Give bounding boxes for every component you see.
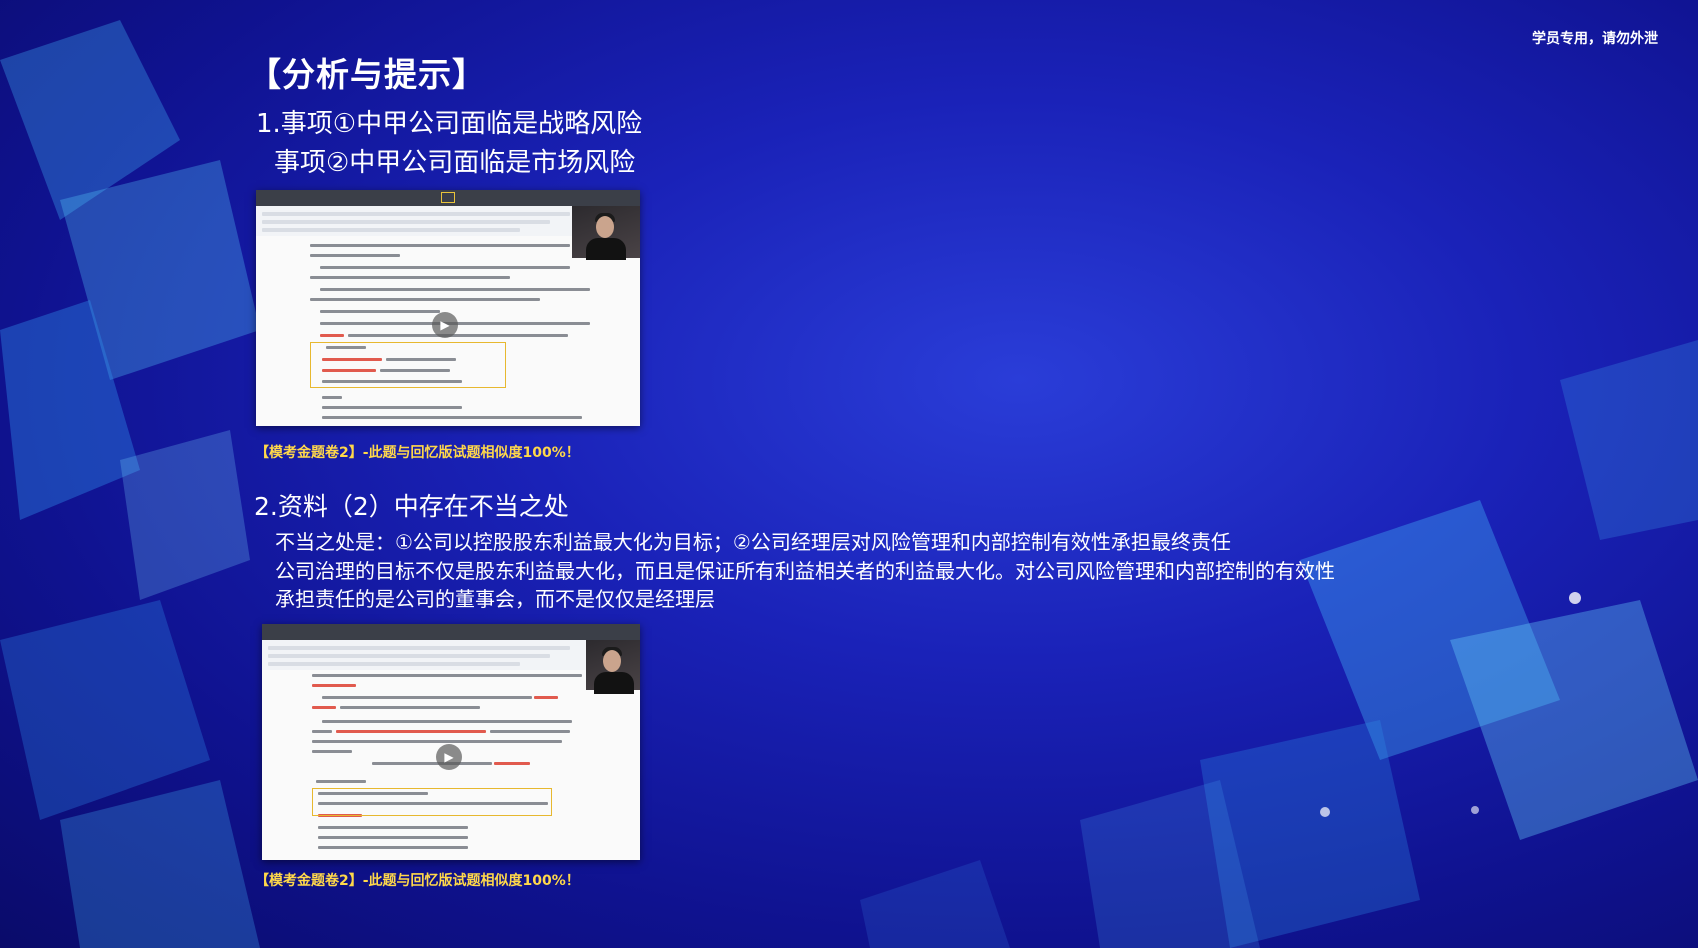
page-title: 【分析与提示】 xyxy=(248,55,486,94)
video-window-title: ​ xyxy=(441,192,455,203)
play-icon[interactable]: ▶ xyxy=(436,744,462,770)
video-titlebar xyxy=(262,624,640,640)
section1-line1: 1.事项①中甲公司面临是战略风险 xyxy=(256,109,643,139)
background-crystals xyxy=(0,20,1698,948)
section2-body-line2: 公司治理的目标不仅是股东利益最大化，而且是保证所有利益相关者的利益最大化。对公司… xyxy=(275,559,1335,583)
section2-heading: 2.资料（2）中存在不当之处 xyxy=(254,492,569,521)
highlight-box xyxy=(312,788,552,816)
presenter-webcam xyxy=(586,640,640,694)
section1-line2: 事项②中甲公司面临是市场风险 xyxy=(274,148,636,178)
video-caption-1: 【模考金题卷2】-此题与回忆版试题相似度100%！ xyxy=(255,445,580,461)
video-thumbnail-2[interactable]: ▶ xyxy=(262,624,640,860)
watermark-text: 学员专用，请勿外泄 xyxy=(1532,31,1658,47)
section2-body-line1: 不当之处是：①公司以控股股东利益最大化为目标；②公司经理层对风险管理和内部控制有… xyxy=(275,530,1231,554)
presenter-webcam xyxy=(572,206,640,260)
video-ribbon xyxy=(262,640,640,671)
play-icon[interactable]: ▶ xyxy=(432,312,458,338)
highlight-box xyxy=(310,342,506,388)
video-thumbnail-1[interactable]: ​ ▶ xyxy=(256,190,640,426)
video-caption-2: 【模考金题卷2】-此题与回忆版试题相似度100%！ xyxy=(255,873,580,889)
section2-body-line3: 承担责任的是公司的董事会，而不是仅仅是经理层 xyxy=(275,587,715,611)
video-titlebar: ​ xyxy=(256,190,640,206)
